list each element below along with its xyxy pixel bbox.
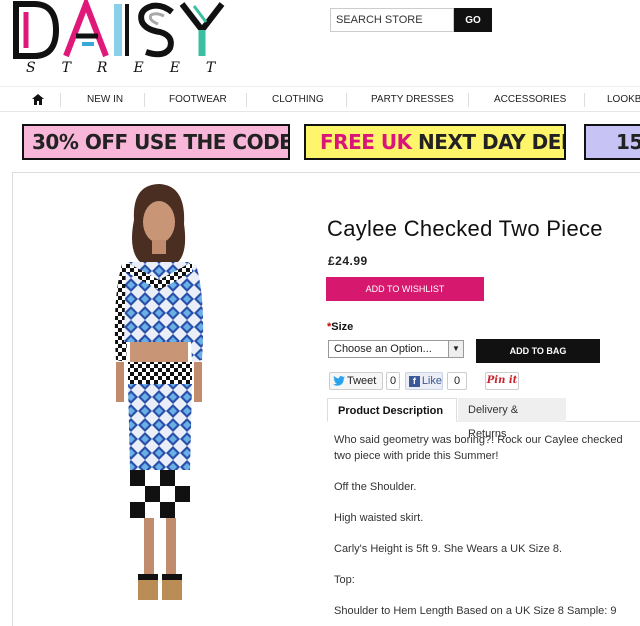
tweet-count: 0 <box>386 372 400 390</box>
facebook-icon: f <box>409 375 420 387</box>
product-tabs: Product Description Delivery & Returns <box>327 398 640 440</box>
promo-banner-third[interactable]: 15 <box>584 124 640 160</box>
like-count: 0 <box>447 372 467 390</box>
logo-subtitle: STREET <box>26 60 242 76</box>
size-select-value: Choose an Option... <box>334 343 432 355</box>
promo-delivery-highlight: FREE UK <box>320 130 412 154</box>
like-label: Like <box>421 375 442 387</box>
promo-discount-text: 30% OFF USE THE CODE YES30 <box>32 130 290 154</box>
promo-delivery-text: NEXT DAY DELIVERY* <box>418 130 564 154</box>
product-image[interactable] <box>82 180 232 610</box>
search-go-button[interactable]: GO <box>454 8 492 32</box>
chevron-down-icon: ▼ <box>448 341 463 357</box>
search-input[interactable] <box>330 8 454 32</box>
description-paragraph: Who said geometry was boring?! Rock our … <box>334 434 623 462</box>
nav-divider <box>468 93 469 107</box>
nav-item-new-in[interactable]: NEW IN <box>87 87 123 113</box>
product-price: £24.99 <box>328 254 368 268</box>
pin-it-button[interactable]: Pin it <box>485 372 519 390</box>
size-label-text: Size <box>331 321 354 333</box>
product-description: Who said geometry was boring?! Rock our … <box>334 432 630 626</box>
size-select[interactable]: Choose an Option... ▼ <box>328 340 464 358</box>
main-nav: NEW IN FOOTWEAR CLOTHING PARTY DRESSES A… <box>0 86 640 112</box>
promo-banner-delivery[interactable]: FREE UK NEXT DAY DELIVERY* <box>304 124 566 160</box>
description-paragraph: Carly's Height is 5ft 9. She Wears a UK … <box>334 543 563 555</box>
nav-item-party-dresses[interactable]: PARTY DRESSES <box>371 87 454 113</box>
size-label: *Size <box>327 321 353 333</box>
twitter-bird-icon <box>333 376 345 386</box>
nav-item-clothing[interactable]: CLOTHING <box>272 87 324 113</box>
nav-item-accessories[interactable]: ACCESSORIES <box>494 87 566 113</box>
description-paragraph: Top: <box>334 574 355 586</box>
add-to-bag-button[interactable]: ADD TO BAG <box>476 339 600 363</box>
tweet-button[interactable]: Tweet <box>329 372 383 390</box>
promo-third-text: 15 <box>616 130 640 154</box>
tab-product-description[interactable]: Product Description <box>327 398 457 422</box>
facebook-like-button[interactable]: f Like <box>405 372 443 390</box>
tweet-label: Tweet <box>347 375 377 387</box>
promo-banner-discount[interactable]: 30% OFF USE THE CODE YES30 <box>22 124 290 160</box>
search-bar: GO <box>330 8 492 32</box>
product-title: Caylee Checked Two Piece <box>327 216 603 241</box>
nav-divider <box>246 93 247 107</box>
nav-item-footwear[interactable]: FOOTWEAR <box>169 87 227 113</box>
description-paragraph: Shoulder to Hem Length Based on a UK Siz… <box>334 605 617 617</box>
nav-divider <box>144 93 145 107</box>
nav-divider <box>346 93 347 107</box>
home-icon[interactable] <box>32 94 44 105</box>
nav-item-lookbook[interactable]: LOOKB <box>607 87 640 113</box>
daisy-street-logo[interactable]: STREET <box>12 0 252 80</box>
add-to-wishlist-button[interactable]: ADD TO WISHLIST <box>326 277 484 301</box>
description-paragraph: High waisted skirt. <box>334 512 424 524</box>
tab-delivery-returns[interactable]: Delivery & Returns <box>458 398 566 440</box>
nav-divider <box>60 93 61 107</box>
description-paragraph: Off the Shoulder. <box>334 481 417 493</box>
nav-divider <box>584 93 585 107</box>
